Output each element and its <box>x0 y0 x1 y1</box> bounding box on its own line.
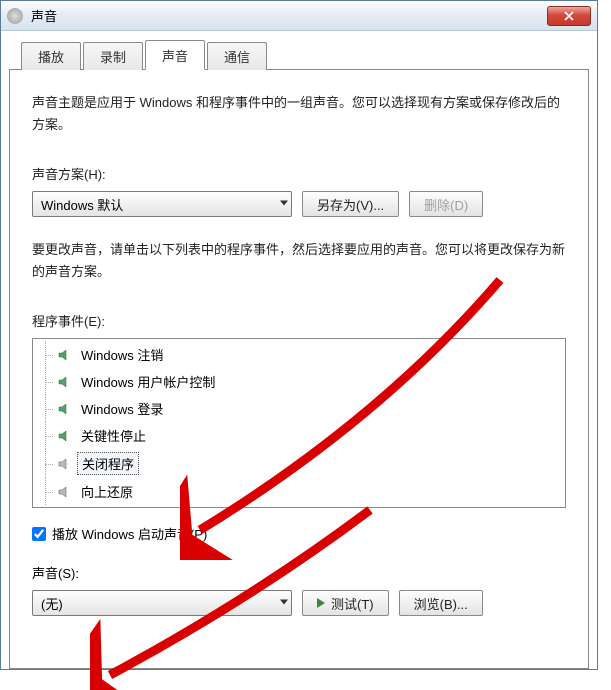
event-item[interactable]: 关闭程序 <box>33 449 565 478</box>
sound-dropdown-value: (无) <box>41 594 63 613</box>
sound-dialog: 声音 播放 录制 声音 通信 声音主题是应用于 Windows 和程序事件中的一… <box>0 0 598 670</box>
event-item[interactable]: Windows 用户帐户控制 <box>33 368 565 395</box>
speaker-muted-icon <box>57 457 71 471</box>
speaker-icon <box>57 429 71 443</box>
event-item[interactable]: 向上还原 <box>33 478 565 505</box>
browse-button[interactable]: 浏览(B)... <box>399 590 483 616</box>
speaker-icon <box>57 402 71 416</box>
scheme-label: 声音方案(H): <box>32 164 566 183</box>
sound-dropdown[interactable]: (无) <box>32 590 292 616</box>
scheme-dropdown-value: Windows 默认 <box>41 195 123 214</box>
speaker-icon <box>57 348 71 362</box>
event-item-label: 向上还原 <box>77 481 137 502</box>
close-button[interactable] <box>547 6 591 26</box>
sound-row: (无) 测试(T) 浏览(B)... <box>32 590 566 616</box>
content: 播放 录制 声音 通信 声音主题是应用于 Windows 和程序事件中的一组声音… <box>1 31 597 669</box>
event-item-label: Windows 注销 <box>77 344 167 365</box>
sound-label: 声音(S): <box>32 563 566 582</box>
play-startup-checkbox-row[interactable]: 播放 Windows 启动声音(P) <box>32 524 566 543</box>
close-icon <box>564 11 574 21</box>
delete-button: 删除(D) <box>409 191 483 217</box>
event-item-label: Windows 用户帐户控制 <box>77 371 219 392</box>
play-startup-label: 播放 Windows 启动声音(P) <box>52 524 207 543</box>
tab-strip: 播放 录制 声音 通信 <box>9 41 589 69</box>
events-help: 要更改声音，请单击以下列表中的程序事件，然后选择要应用的声音。您可以将更改保存为… <box>32 239 566 283</box>
tab-playback[interactable]: 播放 <box>21 42 81 70</box>
tab-recording[interactable]: 录制 <box>83 42 143 70</box>
sound-window-icon <box>7 8 23 24</box>
events-label: 程序事件(E): <box>32 311 566 330</box>
speaker-icon <box>57 375 71 389</box>
save-as-button[interactable]: 另存为(V)... <box>302 191 399 217</box>
tab-panel-sounds: 声音主题是应用于 Windows 和程序事件中的一组声音。您可以选择现有方案或保… <box>9 69 589 669</box>
scheme-description: 声音主题是应用于 Windows 和程序事件中的一组声音。您可以选择现有方案或保… <box>32 92 566 136</box>
play-startup-checkbox[interactable] <box>32 527 46 541</box>
chevron-down-icon <box>280 600 287 607</box>
test-button[interactable]: 测试(T) <box>302 590 389 616</box>
event-item-label: Windows 登录 <box>77 398 167 419</box>
window-title: 声音 <box>31 6 547 25</box>
event-item[interactable]: 关键性停止 <box>33 422 565 449</box>
tab-communications[interactable]: 通信 <box>207 42 267 70</box>
program-events-list[interactable]: Windows 注销 Windows 用户帐户控制 Windows 登录关键性停止关… <box>32 338 566 508</box>
speaker-muted-icon <box>57 485 71 499</box>
chevron-down-icon <box>280 201 287 208</box>
event-item-label: 关键性停止 <box>77 425 150 446</box>
play-icon <box>317 598 325 608</box>
titlebar[interactable]: 声音 <box>1 1 597 31</box>
event-item[interactable]: Windows 登录 <box>33 395 565 422</box>
tab-sounds[interactable]: 声音 <box>145 40 205 70</box>
event-item[interactable]: Windows 注销 <box>33 341 565 368</box>
event-item-label: 关闭程序 <box>77 452 139 475</box>
scheme-dropdown[interactable]: Windows 默认 <box>32 191 292 217</box>
scheme-row: Windows 默认 另存为(V)... 删除(D) <box>32 191 566 217</box>
